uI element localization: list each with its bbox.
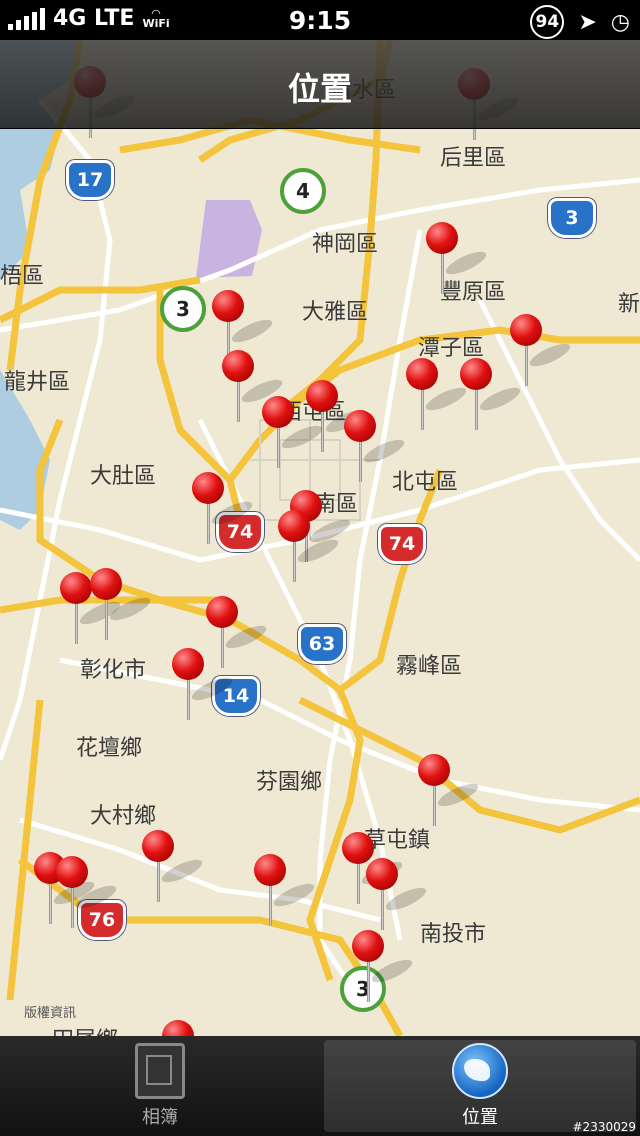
clock-icon: ◷ bbox=[610, 9, 630, 35]
place-label: 神岡區 bbox=[312, 232, 379, 257]
tab-places-label: 位置 bbox=[462, 1107, 498, 1128]
map-pin-icon[interactable] bbox=[426, 222, 489, 296]
place-label: 彰化市 bbox=[80, 658, 147, 683]
status-right: 94 ➤ ◷ bbox=[530, 5, 630, 39]
place-label: 大肚區 bbox=[90, 464, 157, 489]
place-label: 南投市 bbox=[420, 922, 487, 947]
highway-shield-icon: 63 bbox=[298, 624, 346, 664]
map-pin-icon[interactable] bbox=[460, 358, 523, 432]
map-pin-icon[interactable] bbox=[222, 350, 285, 424]
map-pin-icon[interactable] bbox=[192, 472, 255, 546]
page-title: 位置 bbox=[287, 70, 352, 108]
map-pin-icon[interactable] bbox=[162, 1020, 194, 1036]
place-label: 花壇鄉 bbox=[76, 736, 143, 761]
nav-bar: 位置 bbox=[0, 40, 640, 129]
provincial-route-icon: 3 bbox=[160, 286, 206, 332]
place-label: 梧區 bbox=[0, 264, 45, 289]
place-label: 田尾鄉 bbox=[52, 1022, 118, 1036]
map-pin-icon[interactable] bbox=[306, 380, 369, 454]
place-label: 后里區 bbox=[440, 146, 507, 171]
tab-bar: 相簿 位置 bbox=[0, 1036, 640, 1136]
highway-shield-icon: 74 bbox=[378, 524, 426, 564]
place-label: 大雅區 bbox=[302, 300, 369, 325]
status-bar: 4G LTE ◠ WiFi 9:15 94 ➤ ◷ bbox=[0, 0, 640, 40]
place-label: 霧峰區 bbox=[396, 654, 463, 679]
tab-places[interactable]: 位置 bbox=[324, 1040, 636, 1132]
place-label: 大村鄉 bbox=[90, 804, 157, 829]
map-pin-icon[interactable] bbox=[60, 572, 123, 646]
tab-albums[interactable]: 相簿 bbox=[0, 1036, 320, 1136]
map-pin-icon[interactable] bbox=[278, 510, 341, 584]
highway-shield-icon: 17 bbox=[66, 160, 114, 200]
provincial-route-icon: 4 bbox=[280, 168, 326, 214]
map-pin-icon[interactable] bbox=[510, 314, 573, 388]
place-label: 龍井區 bbox=[4, 370, 71, 395]
map-pin-icon[interactable] bbox=[262, 396, 325, 470]
place-label: 芬園鄉 bbox=[256, 770, 323, 795]
watermark: #2330029 bbox=[572, 1120, 637, 1134]
map-pin-icon[interactable] bbox=[90, 568, 153, 642]
map-pin-icon[interactable] bbox=[352, 930, 415, 1004]
place-label: 北屯區 bbox=[392, 470, 459, 495]
map-view[interactable]: 清水區后里區神岡區豐原區大雅區潭子區西屯區北屯區大肚區南區彰化市霧峰區花壇鄉芬園… bbox=[0, 40, 640, 1036]
map-pin-icon[interactable] bbox=[366, 858, 429, 932]
map-pin-icon[interactable] bbox=[344, 410, 407, 484]
tab-albums-label: 相簿 bbox=[142, 1107, 178, 1128]
map-pin-icon[interactable] bbox=[206, 596, 269, 670]
map-pin-icon[interactable] bbox=[172, 648, 235, 722]
map-credits-link[interactable]: 版權資訊 bbox=[24, 1002, 76, 1021]
location-arrow-icon: ➤ bbox=[578, 9, 597, 35]
place-label: 新 bbox=[618, 292, 640, 317]
map-pin-icon[interactable] bbox=[406, 358, 469, 432]
map-pin-icon[interactable] bbox=[254, 854, 317, 928]
battery-badge: 94 bbox=[530, 5, 565, 39]
map-pin-icon[interactable] bbox=[418, 754, 481, 828]
globe-icon bbox=[452, 1043, 508, 1099]
map-pin-icon[interactable] bbox=[142, 830, 205, 904]
album-icon bbox=[135, 1043, 185, 1099]
highway-shield-icon: 3 bbox=[548, 198, 596, 238]
map-pin-icon[interactable] bbox=[56, 856, 119, 930]
